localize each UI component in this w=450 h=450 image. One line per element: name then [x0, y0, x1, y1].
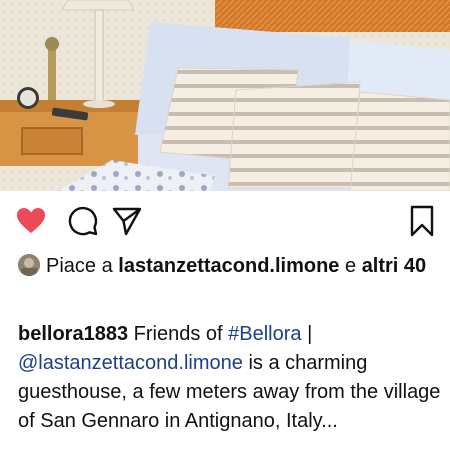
- likes-prefix: Piace a: [46, 255, 113, 277]
- post-caption: bellora1883 Friends of #Bellora | @lasta…: [18, 320, 442, 436]
- mention-link[interactable]: @lastanzettacond.limone: [18, 352, 243, 374]
- liker-avatar[interactable]: [18, 254, 40, 276]
- bookmark-icon[interactable]: [406, 205, 438, 237]
- likes-joiner: e: [345, 255, 357, 277]
- post-photo[interactable]: [0, 0, 450, 191]
- likes-summary: Piace a lastanzettacond.limone e altri 4…: [18, 252, 438, 281]
- liker-username-link[interactable]: lastanzettacond.limone: [118, 255, 339, 277]
- comment-bubble-icon[interactable]: [67, 205, 99, 237]
- bedroom-photo: [0, 0, 450, 191]
- caption-text-1: Friends of: [133, 323, 223, 345]
- hashtag-link[interactable]: #Bellora: [228, 323, 301, 345]
- author-username-link[interactable]: bellora1883: [18, 323, 128, 345]
- caption-separator: |: [307, 323, 313, 345]
- post-action-bar: [0, 191, 450, 246]
- heart-icon[interactable]: [15, 205, 47, 237]
- likes-others-link[interactable]: altri 40: [362, 255, 426, 277]
- paper-plane-icon[interactable]: [111, 205, 143, 237]
